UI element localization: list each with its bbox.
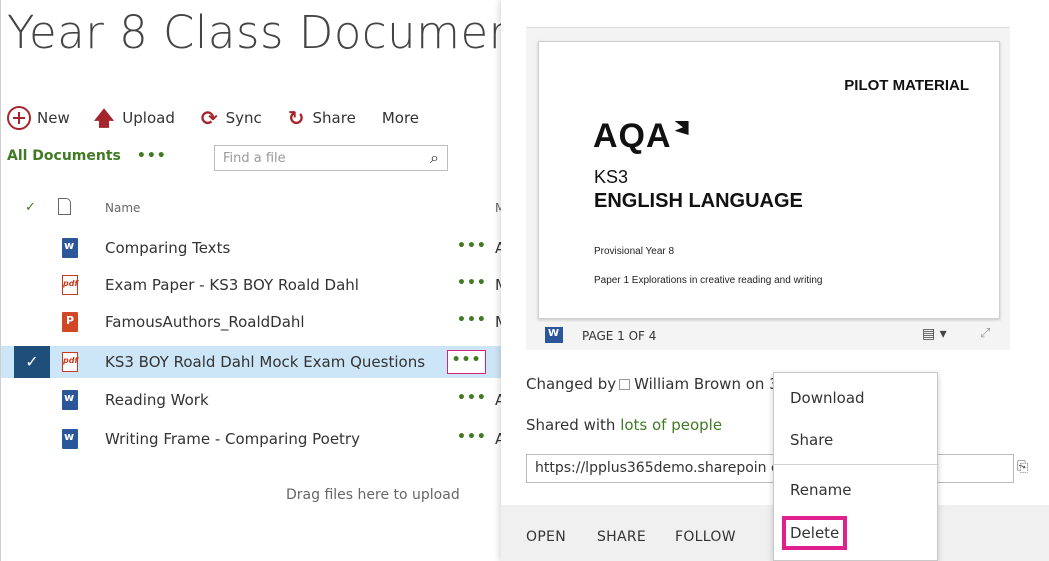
word-file-icon (62, 238, 78, 258)
file-menu-ellipsis[interactable]: ••• (457, 238, 487, 254)
aqa-logo: AQA (593, 117, 689, 156)
select-all-check[interactable]: ✓ (25, 200, 36, 215)
changed-by-name[interactable]: William Brown on 3 (634, 375, 779, 393)
file-name[interactable]: KS3 BOY Roald Dahl Mock Exam Questions (105, 353, 425, 371)
file-name[interactable]: Comparing Texts (105, 239, 230, 257)
menu-separator (774, 464, 939, 465)
document-menu-icon[interactable]: ▤ ▾ (922, 326, 947, 342)
file-row-exam-paper[interactable]: Exam Paper - KS3 BOY Roald Dahl ••• M (1, 269, 511, 301)
menu-item-rename[interactable]: Rename (790, 481, 852, 499)
sync-button[interactable]: ⟳ Sync (201, 108, 262, 128)
file-row-comparing-texts[interactable]: Comparing Texts ••• A (1, 232, 511, 264)
presence-icon (619, 379, 631, 390)
preview-provisional: Provisional Year 8 (594, 246, 675, 257)
file-name[interactable]: Exam Paper - KS3 BOY Roald Dahl (105, 276, 359, 294)
file-row-reading-work[interactable]: Reading Work ••• A (1, 384, 511, 416)
file-row-writing-frame[interactable]: Writing Frame - Comparing Poetry ••• A (1, 423, 511, 455)
file-name[interactable]: FamousAuthors_RoaldDahl (105, 313, 305, 331)
upload-icon: 🡅 (93, 106, 115, 130)
shared-with-line: Shared with lots of people (526, 416, 722, 434)
menu-item-delete[interactable]: Delete (782, 516, 848, 550)
file-type-icon (58, 198, 71, 215)
drop-zone[interactable]: Drag files here to upload (286, 487, 460, 503)
word-app-icon (545, 327, 563, 343)
file-menu-ellipsis[interactable]: ••• (457, 312, 487, 328)
file-name[interactable]: Reading Work (105, 391, 209, 409)
file-menu-ellipsis[interactable]: ••• (457, 275, 487, 291)
changed-by-line: Changed by William Brown on 3 (526, 375, 779, 393)
follow-action[interactable]: FOLLOW (675, 529, 736, 545)
column-name[interactable]: Name (105, 201, 140, 215)
pdf-file-icon (62, 275, 78, 295)
file-menu-ellipsis-active[interactable]: ••• (447, 350, 486, 374)
search-box: ⌕ (214, 145, 448, 171)
expand-icon[interactable]: ⤢ (980, 326, 990, 341)
word-file-icon (62, 390, 78, 410)
share-label: Share (312, 109, 356, 127)
file-menu-ellipsis[interactable]: ••• (457, 429, 487, 445)
file-menu-ellipsis[interactable]: ••• (457, 390, 487, 406)
file-row-famous-authors[interactable]: FamousAuthors_RoaldDahl ••• M (1, 306, 511, 338)
row-selected-check[interactable]: ✓ (14, 346, 50, 378)
document-library: Year 8 Class Documentsⓘ New 🡅 Upload ⟳ S… (0, 0, 586, 561)
more-label: More (381, 109, 420, 127)
preview-subject: ENGLISH LANGUAGE (594, 190, 803, 212)
file-row-mock-exam-selected[interactable]: ✓ KS3 BOY Roald Dahl Mock Exam Questions… (1, 346, 511, 378)
preview-page: PILOT MATERIAL AQA KS3 ENGLISH LANGUAGE … (538, 41, 1000, 319)
context-menu: Download Share Rename Delete (773, 372, 939, 561)
copy-url-icon[interactable]: ⎘ (1017, 459, 1028, 475)
shared-with-link[interactable]: lots of people (620, 416, 722, 434)
share-action[interactable]: SHARE (597, 529, 646, 545)
new-button[interactable]: New (7, 106, 70, 130)
view-more-ellipsis[interactable]: ••• (137, 148, 167, 164)
page-title: Year 8 Class Documentsⓘ (7, 6, 586, 59)
view-all-documents[interactable]: All Documents (7, 148, 121, 164)
menu-item-download[interactable]: Download (790, 389, 865, 407)
file-url-field[interactable]: https://lpplus365demo.sharepoin ear%2089 (526, 454, 1014, 483)
preview-paper: Paper 1 Explorations in creative reading… (594, 275, 823, 286)
aqa-logo-mark-icon (674, 121, 689, 135)
more-button[interactable]: More (382, 109, 419, 127)
file-name[interactable]: Writing Frame - Comparing Poetry (105, 430, 360, 448)
shared-prefix: Shared with (526, 416, 616, 434)
open-action[interactable]: OPEN (526, 529, 566, 545)
search-icon[interactable]: ⌕ (430, 148, 439, 168)
page-title-text: Year 8 Class Documents (7, 6, 560, 59)
upload-label: Upload (122, 109, 175, 127)
new-label: New (37, 109, 70, 127)
page-indicator: PAGE 1 OF 4 (582, 329, 657, 343)
share-icon: ↻ (287, 106, 305, 130)
command-bar: New 🡅 Upload ⟳ Sync ↻ Share More (7, 104, 445, 132)
pdf-file-icon (62, 352, 78, 372)
sync-icon: ⟳ (200, 106, 218, 130)
document-preview[interactable]: PILOT MATERIAL AQA KS3 ENGLISH LANGUAGE … (526, 27, 1010, 347)
view-selector: All Documents ••• (7, 148, 167, 164)
menu-item-share[interactable]: Share (790, 431, 833, 449)
powerpoint-file-icon (62, 312, 78, 332)
list-header: ✓ Name M (1, 198, 511, 222)
aqa-logo-text: AQA (593, 117, 672, 155)
plus-circle-icon (7, 106, 31, 130)
preview-ks3: KS3 (594, 167, 629, 187)
upload-button[interactable]: 🡅 Upload (94, 108, 175, 128)
search-input[interactable] (223, 150, 413, 166)
preview-pager: PAGE 1 OF 4 ▤ ▾ ⤢ (526, 322, 1010, 350)
preview-pilot-text: PILOT MATERIAL (844, 77, 969, 94)
share-button[interactable]: ↻ Share (288, 108, 356, 128)
changed-by-prefix: Changed by (526, 375, 617, 393)
sync-label: Sync (225, 109, 262, 127)
word-file-icon (62, 429, 78, 449)
